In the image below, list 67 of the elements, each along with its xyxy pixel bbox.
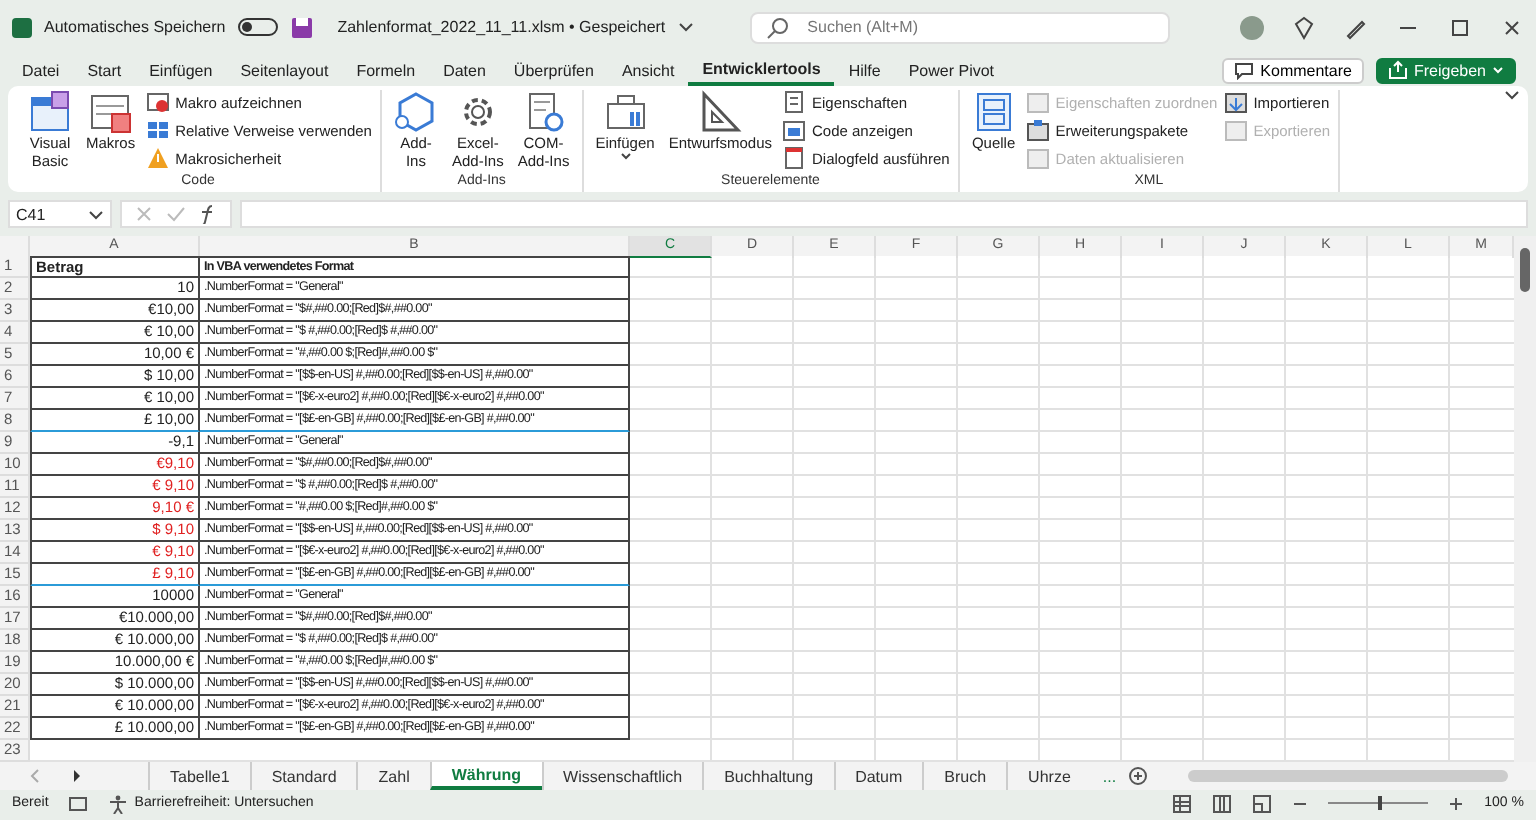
- comment-icon: [1234, 60, 1255, 80]
- chevron-down-icon: [677, 22, 694, 32]
- autosave-label: Automatisches Speichern: [44, 18, 226, 36]
- diamond-icon: [1292, 15, 1316, 39]
- sheet-tab[interactable]: Uhrze: [1006, 762, 1091, 790]
- app-logo-icon: [12, 17, 32, 37]
- sheet-tab[interactable]: Tabelle1: [148, 762, 250, 790]
- menu-tab[interactable]: Überprüfen: [499, 54, 608, 86]
- share-icon: [1387, 60, 1408, 80]
- formula-input[interactable]: [240, 200, 1528, 228]
- menu-tab[interactable]: Seitenlayout: [226, 54, 343, 86]
- sheet-tab[interactable]: Datum: [833, 762, 923, 790]
- sheet-tab[interactable]: Standard: [249, 762, 357, 790]
- menu-tab[interactable]: Formeln: [342, 54, 430, 86]
- map-properties-icon: [1025, 90, 1050, 114]
- menu-tab[interactable]: Datei: [8, 54, 74, 86]
- collapse-ribbon-icon: [1504, 90, 1520, 100]
- dialog-icon: [782, 146, 806, 170]
- save-icon: [289, 15, 314, 39]
- caret-icon: [619, 152, 631, 161]
- caret-icon: [1492, 66, 1504, 74]
- page-break-icon: [1252, 793, 1273, 813]
- chevron-down-icon: [88, 209, 104, 219]
- more-sheets-button[interactable]: ...: [1090, 767, 1129, 785]
- file-name[interactable]: Zahlenformat_2022_11_11.xlsm • Gespeichert: [337, 18, 666, 36]
- refresh-data-icon: [1025, 146, 1050, 170]
- add-sheet-icon: [1128, 766, 1149, 786]
- package-icon: [1025, 118, 1050, 142]
- menu-tab[interactable]: Start: [73, 54, 136, 86]
- sheet-tab[interactable]: Bruch: [922, 762, 1007, 790]
- menu-tab[interactable]: Ansicht: [607, 54, 689, 86]
- horizontal-scrollbar[interactable]: [1188, 770, 1508, 782]
- sheet-tab[interactable]: Währung: [429, 762, 542, 790]
- code-view-icon: [782, 118, 806, 142]
- cancel-icon: [134, 204, 154, 224]
- code-window-icon: [28, 90, 72, 134]
- comments-button[interactable]: Kommentare: [1222, 57, 1364, 83]
- name-box[interactable]: C41: [8, 200, 112, 228]
- avatar-icon[interactable]: [1240, 15, 1264, 39]
- sheet-tab[interactable]: Buchhaltung: [702, 762, 834, 790]
- check-icon: [166, 204, 186, 224]
- share-button[interactable]: Freigeben: [1375, 57, 1516, 83]
- page-layout-icon: [1212, 793, 1233, 813]
- source-pane-icon: [971, 90, 1016, 134]
- accessibility-icon: [108, 793, 129, 813]
- search-field[interactable]: Suchen (Alt+M): [749, 11, 1170, 43]
- pen-icon: [1344, 15, 1368, 39]
- relative-references-icon: [145, 118, 170, 142]
- sheet-tab[interactable]: Wissenschaftlich: [541, 762, 703, 790]
- menu-tab[interactable]: Daten: [429, 54, 500, 86]
- import-icon: [1223, 90, 1248, 114]
- next-sheet-icon: [70, 768, 84, 784]
- function-icon: [198, 204, 218, 224]
- warning-icon: [145, 146, 170, 170]
- previous-sheet-icon: [28, 768, 42, 784]
- menu-tab[interactable]: Power Pivot: [894, 54, 1009, 86]
- zoom-in-icon: [1448, 795, 1465, 811]
- close-icon: [1500, 15, 1524, 39]
- export-icon: [1223, 118, 1248, 142]
- menu-tab[interactable]: Hilfe: [834, 54, 895, 86]
- normal-view-icon: [1172, 793, 1193, 813]
- vertical-scrollbar[interactable]: [1514, 236, 1536, 762]
- search-icon: [765, 15, 790, 39]
- macro-status-icon: [68, 793, 89, 813]
- autosave-toggle[interactable]: [237, 18, 278, 36]
- maximize-icon: [1448, 15, 1472, 39]
- menu-tab[interactable]: Einfügen: [135, 54, 227, 86]
